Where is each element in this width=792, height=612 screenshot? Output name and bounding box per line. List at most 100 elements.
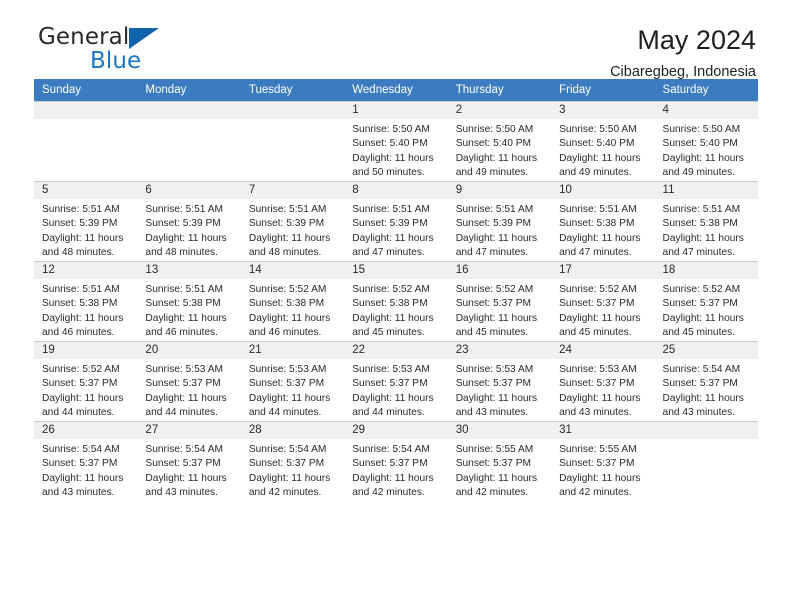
sunrise-text: Sunrise: 5:52 AM [559, 283, 637, 295]
sunset-text: Sunset: 5:37 PM [145, 458, 221, 470]
day-details: Sunrise: 5:52 AM Sunset: 5:37 PM Daylight:… [655, 279, 758, 341]
sunset-text: Sunset: 5:37 PM [662, 378, 738, 390]
calendar-day-cell: 1 Sunrise: 5:50 AM Sunset: 5:40 PM Daylight… [344, 101, 448, 182]
day-details: Sunrise: 5:51 AM Sunset: 5:38 PM Daylight:… [34, 279, 137, 341]
page-header: General Blue May 2024 Cibaregbeg, Indone… [34, 0, 758, 80]
day-number: 25 [654, 341, 758, 359]
sunset-text: Sunset: 5:37 PM [352, 458, 428, 470]
day-details: Sunrise: 5:52 AM Sunset: 5:38 PM Daylight:… [241, 279, 344, 341]
weekday-header-saturday: Saturday [654, 79, 758, 102]
day-details: Sunrise: 5:54 AM Sunset: 5:37 PM Daylight:… [344, 439, 447, 501]
calendar-day-cell: 12 Sunrise: 5:51 AM Sunset: 5:38 PM Dayligh… [34, 260, 138, 342]
sunset-text: Sunset: 5:39 PM [248, 218, 325, 230]
day-details: Sunrise: 5:50 AM Sunset: 5:40 PM Daylight:… [344, 119, 447, 181]
daylight-text: Daylight: 11 hours and 45 minutes. [455, 312, 538, 339]
calendar-body: 1 Sunrise: 5:50 AM Sunset: 5:40 PM Daylight… [34, 101, 758, 501]
day-number: 19 [34, 341, 138, 359]
day-details: Sunrise: 5:54 AM Sunset: 5:37 PM Daylight:… [655, 359, 758, 421]
day-details: Sunrise: 5:51 AM Sunset: 5:39 PM Daylight:… [137, 199, 240, 261]
calendar-day-cell: 19 Sunrise: 5:52 AM Sunset: 5:37 PM Dayligh… [34, 340, 138, 422]
brand-name-general: General [38, 24, 130, 50]
day-number: 20 [137, 341, 241, 359]
calendar-day-cell: 17 Sunrise: 5:52 AM Sunset: 5:37 PM Dayligh… [551, 260, 655, 342]
daylight-text: Daylight: 11 hours and 47 minutes. [455, 232, 538, 259]
calendar-day-cell-empty [654, 420, 758, 501]
day-details: Sunrise: 5:52 AM Sunset: 5:38 PM Daylight:… [344, 279, 447, 341]
sunrise-text: Sunrise: 5:51 AM [455, 203, 534, 215]
day-details: Sunrise: 5:53 AM Sunset: 5:37 PM Daylight:… [241, 359, 344, 421]
sunrise-text: Sunrise: 5:55 AM [559, 443, 637, 455]
day-number: 24 [551, 341, 655, 359]
day-number: 8 [344, 181, 448, 199]
daylight-text: Daylight: 11 hours and 46 minutes. [145, 312, 227, 339]
sunrise-text: Sunrise: 5:54 AM [248, 443, 327, 455]
calendar-day-cell: 4 Sunrise: 5:50 AM Sunset: 5:40 PM Daylight… [654, 101, 758, 182]
sunrise-text: Sunrise: 5:55 AM [455, 443, 534, 455]
sunrise-text: Sunrise: 5:54 AM [662, 363, 741, 375]
sunset-text: Sunset: 5:40 PM [352, 138, 428, 150]
daylight-text: Daylight: 11 hours and 49 minutes. [455, 152, 538, 179]
day-number [240, 102, 345, 119]
weekday-header-tuesday: Tuesday [240, 79, 345, 102]
sunset-text: Sunset: 5:38 PM [662, 218, 738, 230]
calendar-week-row: 12 Sunrise: 5:51 AM Sunset: 5:38 PM Dayligh… [34, 260, 758, 342]
day-details: Sunrise: 5:53 AM Sunset: 5:37 PM Daylight:… [448, 359, 551, 421]
calendar-day-cell-empty [240, 101, 345, 182]
sunset-text: Sunset: 5:38 PM [145, 298, 221, 310]
daylight-text: Daylight: 11 hours and 45 minutes. [352, 312, 434, 339]
day-number: 27 [137, 421, 241, 439]
calendar-day-cell-empty [34, 101, 138, 182]
sunrise-text: Sunrise: 5:51 AM [248, 203, 327, 215]
day-details: Sunrise: 5:54 AM Sunset: 5:37 PM Daylight:… [34, 439, 137, 501]
sunset-text: Sunset: 5:37 PM [455, 298, 532, 310]
sunset-text: Sunset: 5:37 PM [559, 298, 635, 310]
day-number: 31 [551, 421, 655, 439]
day-number: 9 [447, 181, 552, 199]
daylight-text: Daylight: 11 hours and 42 minutes. [352, 472, 434, 499]
sunset-text: Sunset: 5:39 PM [145, 218, 221, 230]
brand-logo[interactable]: General Blue [34, 26, 238, 73]
daylight-text: Daylight: 11 hours and 50 minutes. [352, 152, 434, 179]
day-details: Sunrise: 5:51 AM Sunset: 5:39 PM Daylight:… [448, 199, 551, 261]
sunset-text: Sunset: 5:37 PM [352, 378, 428, 390]
sunset-text: Sunset: 5:37 PM [42, 378, 118, 390]
weekday-header-wednesday: Wednesday [344, 79, 448, 102]
calendar-head: Sunday Monday Tuesday Wednesday Thursday… [34, 79, 758, 102]
calendar-day-cell: 11 Sunrise: 5:51 AM Sunset: 5:38 PM Dayligh… [654, 180, 758, 262]
sunrise-text: Sunrise: 5:52 AM [662, 283, 741, 295]
day-details: Sunrise: 5:53 AM Sunset: 5:37 PM Daylight:… [137, 359, 240, 421]
calendar-day-cell: 7 Sunrise: 5:51 AM Sunset: 5:39 PM Daylight… [240, 180, 345, 262]
calendar-day-cell: 27 Sunrise: 5:54 AM Sunset: 5:37 PM Dayligh… [137, 420, 241, 501]
daylight-text: Daylight: 11 hours and 47 minutes. [662, 232, 744, 259]
sunset-text: Sunset: 5:37 PM [455, 378, 532, 390]
daylight-text: Daylight: 11 hours and 43 minutes. [662, 392, 744, 419]
day-number: 2 [447, 102, 552, 119]
daylight-text: Daylight: 11 hours and 45 minutes. [662, 312, 744, 339]
day-number: 1 [344, 102, 448, 119]
sunrise-text: Sunrise: 5:53 AM [352, 363, 430, 375]
calendar-page: General Blue May 2024 Cibaregbeg, Indone… [0, 0, 792, 612]
day-number: 16 [447, 261, 552, 279]
calendar-day-cell: 3 Sunrise: 5:50 AM Sunset: 5:40 PM Daylight… [551, 101, 655, 182]
daylight-text: Daylight: 11 hours and 47 minutes. [559, 232, 641, 259]
sunrise-text: Sunrise: 5:53 AM [559, 363, 637, 375]
day-details: Sunrise: 5:51 AM Sunset: 5:39 PM Daylight:… [344, 199, 447, 261]
day-number: 26 [34, 421, 138, 439]
sunrise-text: Sunrise: 5:52 AM [42, 363, 120, 375]
day-details: Sunrise: 5:51 AM Sunset: 5:38 PM Daylight:… [655, 199, 758, 261]
calendar-day-cell: 25 Sunrise: 5:54 AM Sunset: 5:37 PM Dayligh… [654, 340, 758, 422]
day-details: Sunrise: 5:54 AM Sunset: 5:37 PM Daylight:… [241, 439, 344, 501]
sunrise-text: Sunrise: 5:51 AM [145, 283, 224, 295]
day-details: Sunrise: 5:52 AM Sunset: 5:37 PM Daylight:… [551, 279, 654, 341]
day-number: 30 [447, 421, 552, 439]
day-details: Sunrise: 5:51 AM Sunset: 5:39 PM Daylight:… [34, 199, 137, 261]
sunrise-text: Sunrise: 5:53 AM [248, 363, 327, 375]
day-number [654, 421, 758, 439]
day-number: 6 [137, 181, 241, 199]
daylight-text: Daylight: 11 hours and 48 minutes. [145, 232, 227, 259]
calendar-day-cell: 26 Sunrise: 5:54 AM Sunset: 5:37 PM Dayligh… [34, 420, 138, 501]
calendar-day-cell: 23 Sunrise: 5:53 AM Sunset: 5:37 PM Dayligh… [447, 340, 552, 422]
sunrise-text: Sunrise: 5:51 AM [352, 203, 430, 215]
day-number: 12 [34, 261, 138, 279]
calendar-day-cell: 28 Sunrise: 5:54 AM Sunset: 5:37 PM Dayligh… [240, 420, 345, 501]
